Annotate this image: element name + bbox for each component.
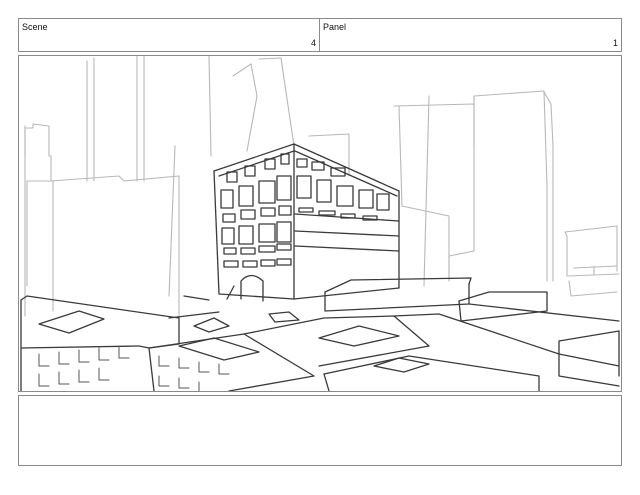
panel-number[interactable]: 1 bbox=[613, 38, 618, 48]
city-sketch-drawing bbox=[20, 56, 620, 391]
foreground-rooftops bbox=[20, 295, 620, 391]
scene-cell: Scene 4 bbox=[18, 18, 320, 52]
main-building bbox=[213, 143, 400, 302]
scene-label: Scene bbox=[22, 22, 48, 32]
notes-area[interactable] bbox=[18, 395, 622, 466]
storyboard-frame[interactable] bbox=[18, 55, 622, 392]
panel-cell: Panel 1 bbox=[319, 18, 622, 52]
scene-number[interactable]: 4 bbox=[311, 38, 316, 48]
background-buildings bbox=[24, 56, 620, 317]
panel-label: Panel bbox=[323, 22, 347, 32]
low-blocks bbox=[168, 277, 548, 333]
